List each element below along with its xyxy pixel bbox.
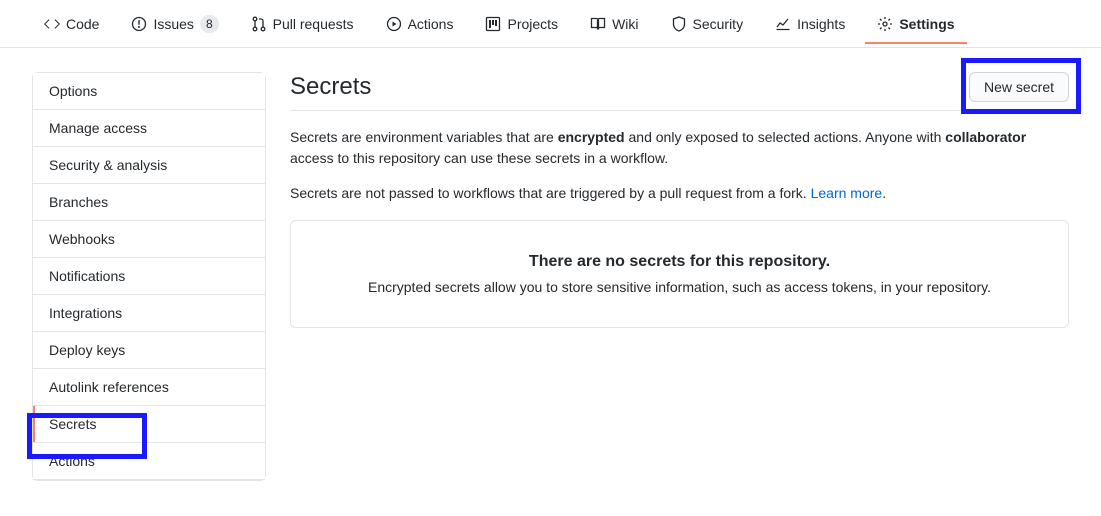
sidebar-label: Deploy keys — [49, 342, 125, 358]
page-header: Secrets New secret — [290, 72, 1069, 111]
empty-state-subtitle: Encrypted secrets allow you to store sen… — [323, 279, 1036, 295]
empty-state-box: There are no secrets for this repository… — [290, 220, 1069, 328]
tab-wiki[interactable]: Wiki — [578, 4, 650, 44]
text: and only exposed to selected actions. An… — [625, 129, 946, 145]
issues-count: 8 — [200, 15, 219, 33]
book-icon — [590, 16, 606, 32]
tab-settings[interactable]: Settings — [865, 4, 966, 44]
text: access to this repository can use these … — [290, 150, 668, 166]
sidebar-label: Integrations — [49, 305, 122, 321]
sidebar-item-webhooks[interactable]: Webhooks — [33, 221, 265, 258]
code-icon — [44, 16, 60, 32]
repo-nav: Code Issues 8 Pull requests Actions Proj… — [0, 0, 1101, 48]
description-1: Secrets are environment variables that a… — [290, 127, 1069, 169]
tab-label: Actions — [408, 16, 454, 32]
issue-icon — [131, 16, 147, 32]
tab-pull-requests[interactable]: Pull requests — [239, 4, 366, 44]
tab-label: Code — [66, 16, 99, 32]
sidebar-item-integrations[interactable]: Integrations — [33, 295, 265, 332]
gear-icon — [877, 16, 893, 32]
sidebar-item-deploy-keys[interactable]: Deploy keys — [33, 332, 265, 369]
text: Secrets are not passed to workflows that… — [290, 185, 811, 201]
main-panel: Secrets New secret Secrets are environme… — [290, 72, 1069, 328]
description-2: Secrets are not passed to workflows that… — [290, 183, 1069, 204]
text-bold: encrypted — [558, 129, 625, 145]
sidebar-item-branches[interactable]: Branches — [33, 184, 265, 221]
tab-label: Wiki — [612, 16, 638, 32]
tab-actions[interactable]: Actions — [374, 4, 466, 44]
settings-content: Options Manage access Security & analysi… — [0, 48, 1101, 505]
tab-label: Projects — [507, 16, 558, 32]
tab-label: Insights — [797, 16, 845, 32]
tab-code[interactable]: Code — [32, 4, 111, 44]
settings-sidebar: Options Manage access Security & analysi… — [32, 72, 266, 481]
sidebar-item-secrets[interactable]: Secrets — [33, 406, 265, 443]
sidebar-label: Autolink references — [49, 379, 169, 395]
sidebar-label: Branches — [49, 194, 108, 210]
sidebar-label: Secrets — [49, 416, 96, 432]
sidebar-item-manage-access[interactable]: Manage access — [33, 110, 265, 147]
sidebar-label: Actions — [49, 453, 95, 469]
sidebar-label: Webhooks — [49, 231, 115, 247]
page-title: Secrets — [290, 73, 371, 101]
learn-more-link[interactable]: Learn more — [811, 185, 883, 201]
play-icon — [386, 16, 402, 32]
text: . — [882, 185, 886, 201]
sidebar-label: Manage access — [49, 120, 147, 136]
graph-icon — [775, 16, 791, 32]
tab-security[interactable]: Security — [659, 4, 756, 44]
project-icon — [485, 16, 501, 32]
empty-state-title: There are no secrets for this repository… — [323, 253, 1036, 271]
sidebar-item-autolink-references[interactable]: Autolink references — [33, 369, 265, 406]
text-bold: collaborator — [945, 129, 1026, 145]
tab-issues[interactable]: Issues 8 — [119, 3, 230, 45]
sidebar-label: Options — [49, 83, 97, 99]
shield-icon — [671, 16, 687, 32]
tab-label: Issues — [153, 16, 193, 32]
sidebar-item-security-analysis[interactable]: Security & analysis — [33, 147, 265, 184]
sidebar-item-options[interactable]: Options — [33, 73, 265, 110]
sidebar-label: Notifications — [49, 268, 125, 284]
tab-projects[interactable]: Projects — [473, 4, 570, 44]
text: Secrets are environment variables that a… — [290, 129, 558, 145]
tab-insights[interactable]: Insights — [763, 4, 857, 44]
tab-label: Security — [693, 16, 744, 32]
new-secret-button[interactable]: New secret — [969, 72, 1069, 102]
sidebar-label: Security & analysis — [49, 157, 167, 173]
tab-label: Pull requests — [273, 16, 354, 32]
pull-request-icon — [251, 16, 267, 32]
sidebar-item-notifications[interactable]: Notifications — [33, 258, 265, 295]
sidebar-item-actions[interactable]: Actions — [33, 443, 265, 480]
tab-label: Settings — [899, 16, 954, 32]
